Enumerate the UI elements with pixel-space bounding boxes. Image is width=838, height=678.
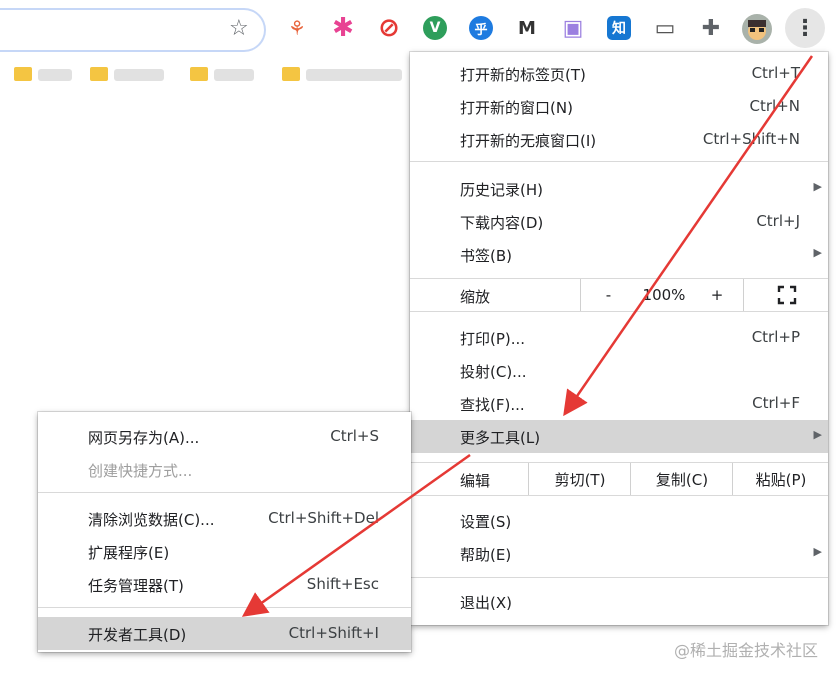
menu-item-zoom: 缩放 - 100% + bbox=[410, 279, 828, 311]
menu-separator bbox=[410, 311, 828, 312]
screen-extension-icon[interactable]: ▣ bbox=[561, 16, 585, 41]
menu-item-edit: 编辑 剪切(T) 复制(C) 粘贴(P) bbox=[410, 463, 828, 495]
submenu-arrow-icon: ▶ bbox=[813, 180, 822, 193]
menu-item-downloads[interactable]: 下载内容(D) Ctrl+J bbox=[410, 205, 828, 238]
window-extension-icon[interactable]: ▭ bbox=[653, 16, 677, 41]
cut-button[interactable]: 剪切(T) bbox=[528, 463, 631, 495]
menu-item-cast[interactable]: 投射(C)... bbox=[410, 354, 828, 387]
chrome-menu-button[interactable]: ⋮ bbox=[785, 8, 825, 48]
menu-item-label: 帮助(E) bbox=[460, 546, 512, 564]
menu-item-label: 扩展程序(E) bbox=[88, 544, 170, 562]
menu-separator bbox=[410, 161, 828, 162]
menu-item-label: 投射(C)... bbox=[460, 363, 527, 381]
vue-extension-icon[interactable]: V bbox=[423, 16, 447, 40]
zoom-level: 100% bbox=[642, 286, 686, 304]
paste-button[interactable]: 粘贴(P) bbox=[732, 463, 829, 495]
menu-item-find[interactable]: 查找(F)... Ctrl+F bbox=[410, 387, 828, 420]
zhihu-hu-extension-icon[interactable]: 乎 bbox=[469, 16, 493, 40]
menu-item-shortcut: Shift+Esc bbox=[306, 575, 379, 593]
menu-item-shortcut: Ctrl+N bbox=[749, 97, 800, 115]
more-tools-submenu: 网页另存为(A)... Ctrl+S 创建快捷方式... 清除浏览数据(C)..… bbox=[38, 412, 411, 652]
menu-item-exit[interactable]: 退出(X) bbox=[410, 585, 828, 618]
menu-item-task-manager[interactable]: 任务管理器(T) Shift+Esc bbox=[38, 568, 411, 601]
menu-item-shortcut: Ctrl+Shift+N bbox=[702, 130, 800, 148]
menu-item-label: 书签(B) bbox=[460, 247, 512, 265]
folder-icon[interactable] bbox=[282, 67, 300, 81]
menu-item-shortcut: Ctrl+Shift+I bbox=[288, 624, 379, 642]
menu-item-label: 网页另存为(A)... bbox=[88, 429, 200, 447]
shield-extension-icon[interactable]: M bbox=[515, 16, 539, 40]
menu-item-print[interactable]: 打印(P)... Ctrl+P bbox=[410, 321, 828, 354]
bookmark-blurred[interactable] bbox=[306, 69, 402, 81]
submenu-arrow-icon: ▶ bbox=[813, 545, 822, 558]
submenu-arrow-icon: ▶ bbox=[813, 246, 822, 259]
menu-separator bbox=[410, 495, 828, 496]
menu-item-label: 历史记录(H) bbox=[460, 181, 543, 199]
menu-item-label: 清除浏览数据(C)... bbox=[88, 511, 215, 529]
menu-item-shortcut: Ctrl+S bbox=[330, 427, 379, 445]
menu-item-label: 打开新的窗口(N) bbox=[460, 99, 573, 117]
bookmark-star-icon[interactable]: ☆ bbox=[229, 16, 249, 41]
submenu-arrow-icon: ▶ bbox=[813, 428, 822, 441]
copy-button[interactable]: 复制(C) bbox=[630, 463, 733, 495]
menu-item-label: 下载内容(D) bbox=[460, 214, 544, 232]
address-bar[interactable] bbox=[0, 8, 266, 52]
menu-item-devtools[interactable]: 开发者工具(D) Ctrl+Shift+I bbox=[38, 617, 411, 650]
zoom-in-button[interactable]: + bbox=[692, 279, 742, 311]
menu-item-label: 退出(X) bbox=[460, 594, 512, 612]
watermark: @稀土掘金技术社区 bbox=[673, 641, 818, 660]
zoom-out-button[interactable]: - bbox=[580, 279, 636, 311]
bookmark-blurred[interactable] bbox=[114, 69, 164, 81]
menu-separator bbox=[38, 607, 411, 608]
menu-item-help[interactable]: 帮助(E) ▶ bbox=[410, 537, 828, 570]
menu-item-shortcut: Ctrl+F bbox=[752, 394, 800, 412]
menu-separator bbox=[410, 577, 828, 578]
menu-item-shortcut: Ctrl+P bbox=[751, 328, 800, 346]
block-extension-icon[interactable]: ⊘ bbox=[377, 13, 401, 43]
menu-item-label: 任务管理器(T) bbox=[88, 577, 184, 595]
menu-item-label: 创建快捷方式... bbox=[88, 462, 193, 480]
menu-item-label: 打开新的无痕窗口(I) bbox=[460, 132, 597, 150]
profile-avatar[interactable] bbox=[742, 14, 772, 44]
menu-item-new-incognito[interactable]: 打开新的无痕窗口(I) Ctrl+Shift+N bbox=[410, 123, 828, 156]
pinwheel-extension-icon[interactable]: ✱ bbox=[331, 13, 355, 43]
menu-separator bbox=[38, 492, 411, 493]
chrome-main-menu: 打开新的标签页(T) Ctrl+T 打开新的窗口(N) Ctrl+N 打开新的无… bbox=[410, 52, 828, 625]
menu-item-label: 更多工具(L) bbox=[460, 429, 541, 447]
fullscreen-icon bbox=[777, 285, 796, 305]
menu-item-new-window[interactable]: 打开新的窗口(N) Ctrl+N bbox=[410, 90, 828, 123]
puzzle-extension-icon[interactable]: ✚ bbox=[699, 16, 723, 41]
menu-item-clear-data[interactable]: 清除浏览数据(C)... Ctrl+Shift+Del bbox=[38, 502, 411, 535]
menu-item-label: 打印(P)... bbox=[460, 330, 526, 348]
menu-item-extensions[interactable]: 扩展程序(E) bbox=[38, 535, 411, 568]
menu-item-create-shortcut: 创建快捷方式... bbox=[38, 453, 411, 486]
menu-item-save-page[interactable]: 网页另存为(A)... Ctrl+S bbox=[38, 420, 411, 453]
menu-item-shortcut: Ctrl+T bbox=[751, 64, 800, 82]
folder-icon[interactable] bbox=[190, 67, 208, 81]
menu-item-bookmarks[interactable]: 书签(B) ▶ bbox=[410, 238, 828, 271]
menu-item-settings[interactable]: 设置(S) bbox=[410, 504, 828, 537]
zoom-label: 缩放 bbox=[460, 288, 491, 306]
menu-item-more-tools[interactable]: 更多工具(L) ▶ bbox=[410, 420, 828, 453]
menu-item-label: 开发者工具(D) bbox=[88, 626, 187, 644]
edit-label: 编辑 bbox=[460, 472, 491, 490]
avatar-icon bbox=[748, 20, 766, 40]
bookmark-blurred[interactable] bbox=[214, 69, 254, 81]
fullscreen-button[interactable] bbox=[743, 279, 829, 311]
menu-item-label: 查找(F)... bbox=[460, 396, 525, 414]
bookmark-blurred[interactable] bbox=[38, 69, 72, 81]
browser-toolbar: ☆ ⚘ ✱ ⊘ V 乎 M ▣ 知 ▭ ✚ ⋮ bbox=[0, 0, 838, 58]
menu-item-new-tab[interactable]: 打开新的标签页(T) Ctrl+T bbox=[410, 57, 828, 90]
menu-item-shortcut: Ctrl+Shift+Del bbox=[268, 509, 379, 527]
folder-icon[interactable] bbox=[90, 67, 108, 81]
folder-icon[interactable] bbox=[14, 67, 32, 81]
zhihu-zhi-extension-icon[interactable]: 知 bbox=[607, 16, 631, 40]
menu-item-shortcut: Ctrl+J bbox=[756, 212, 800, 230]
menu-item-label: 打开新的标签页(T) bbox=[460, 66, 586, 84]
menu-item-label: 设置(S) bbox=[460, 513, 512, 531]
menu-item-history[interactable]: 历史记录(H) ▶ bbox=[410, 172, 828, 205]
sitemap-extension-icon[interactable]: ⚘ bbox=[285, 16, 309, 40]
